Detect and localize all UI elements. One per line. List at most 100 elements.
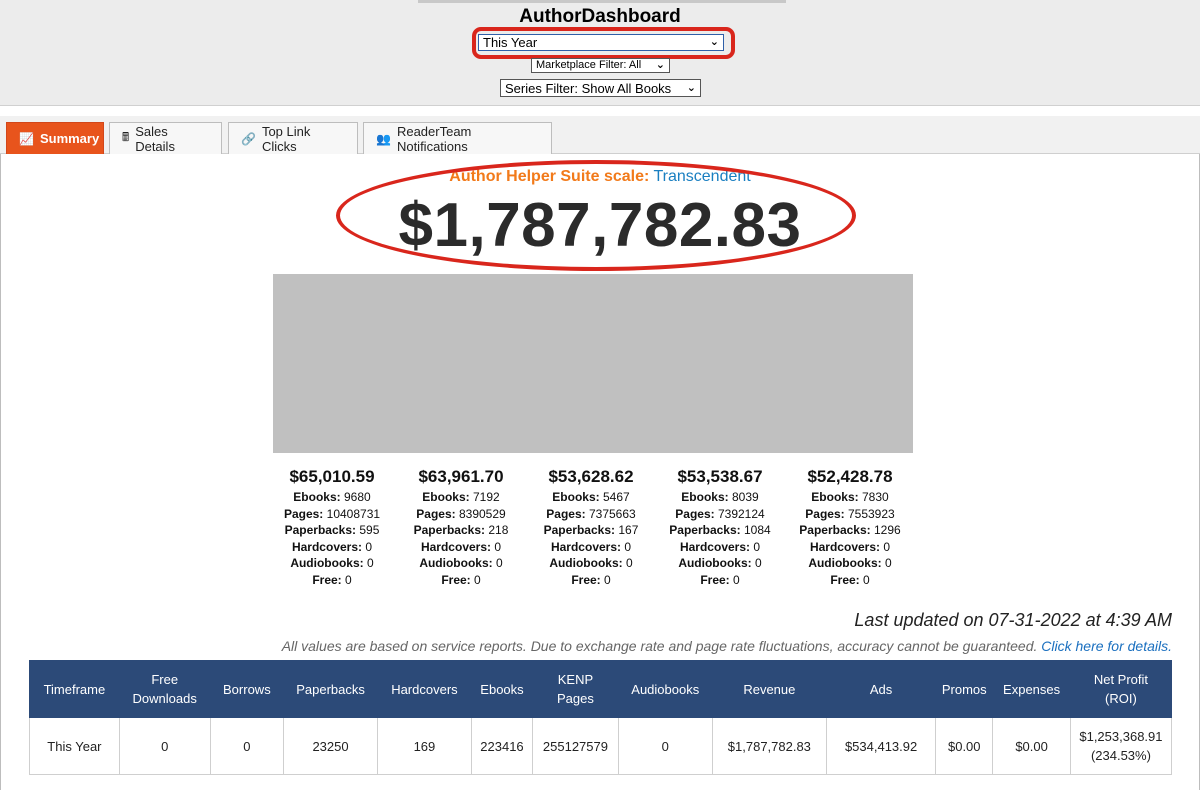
card-audiobooks: Audiobooks: 0 xyxy=(419,556,503,571)
book-card: $65,010.59 Ebooks: 9680 Pages: 10408731 … xyxy=(268,466,396,589)
th-timeframe: Timeframe xyxy=(29,660,120,718)
card-audiobooks: Audiobooks: 0 xyxy=(549,556,633,571)
card-pages: Pages: 7553923 xyxy=(805,506,895,521)
tab-label: Sales Details xyxy=(135,123,175,154)
cell-revenue: $1,787,782.83 xyxy=(711,717,828,775)
tab-summary[interactable]: 📈 Summary xyxy=(6,122,104,154)
card-amount: $53,538.67 xyxy=(677,467,763,486)
last-updated: Last updated on 07-31-2022 at 4:39 AM xyxy=(854,610,1172,630)
th-promos: Promos xyxy=(935,660,994,718)
link-icon: 🔗 xyxy=(241,131,256,146)
cell-audiobooks: 0 xyxy=(617,717,713,775)
th-expenses: Expenses xyxy=(992,660,1071,718)
series-filter-value: Series Filter: Show All Books xyxy=(505,80,672,96)
th-hardcovers: Hardcovers xyxy=(376,660,472,718)
tab-top-link-clicks[interactable]: 🔗 Top Link Clicks xyxy=(228,122,358,154)
chevron-down-icon: ⌄ xyxy=(686,81,696,94)
card-amount: $65,010.59 xyxy=(289,467,375,486)
th-net-profit: Net Profit (ROI) xyxy=(1069,660,1173,718)
th-free-downloads: Free Downloads xyxy=(118,660,211,718)
card-paperbacks: Paperbacks: 218 xyxy=(413,523,509,538)
series-filter-select[interactable]: Series Filter: Show All Books ⌄ xyxy=(500,79,701,97)
tab-label: Summary xyxy=(39,131,100,146)
card-free: Free: 0 xyxy=(700,572,740,587)
card-hardcovers: Hardcovers: 0 xyxy=(291,539,373,554)
tab-bar: 📈 Summary 🖩 Sales Details 🔗 Top Link Cli… xyxy=(0,116,1200,154)
cell-borrows: 0 xyxy=(209,717,285,775)
card-free: Free: 0 xyxy=(830,572,870,587)
cell-paperbacks: 23250 xyxy=(283,717,378,775)
card-ebooks: Ebooks: 7830 xyxy=(811,490,889,504)
details-link[interactable]: Click here for details. xyxy=(1041,638,1172,654)
tab-label: ReaderTeam Notifications xyxy=(396,123,472,154)
cell-expenses: $0.00 xyxy=(992,717,1071,775)
disclaimer-text: All values are based on service reports.… xyxy=(281,638,1038,654)
book-card: $63,961.70 Ebooks: 7192 Pages: 8390529 P… xyxy=(397,466,525,589)
table-row: This Year 0 0 23250 169 223416 255127579… xyxy=(29,717,1173,775)
cell-ebooks: 223416 xyxy=(470,717,534,775)
cell-free-downloads: 0 xyxy=(118,717,211,775)
timeframe-select[interactable]: This Year ⌄ xyxy=(478,34,724,51)
card-ebooks: Ebooks: 9680 xyxy=(293,490,371,504)
th-paperbacks: Paperbacks xyxy=(283,660,378,718)
chevron-down-icon: ⌄ xyxy=(655,59,665,71)
card-pages: Pages: 7375663 xyxy=(546,506,636,521)
book-card: $53,628.62 Ebooks: 5467 Pages: 7375663 P… xyxy=(527,466,655,589)
th-audiobooks: Audiobooks xyxy=(617,660,713,718)
th-revenue: Revenue xyxy=(711,660,828,718)
page-title: AuthorDashboard xyxy=(519,6,681,27)
card-hardcovers: Hardcovers: 0 xyxy=(420,539,502,554)
card-pages: Pages: 8390529 xyxy=(416,506,506,521)
card-amount: $53,628.62 xyxy=(548,467,634,486)
card-paperbacks: Paperbacks: 595 xyxy=(284,523,380,538)
card-free: Free: 0 xyxy=(312,572,352,587)
chevron-down-icon: ⌄ xyxy=(709,36,719,48)
th-borrows: Borrows xyxy=(209,660,285,718)
marketplace-filter-select[interactable]: Marketplace Filter: All ⌄ xyxy=(531,58,670,73)
th-kenp-pages: KENP Pages xyxy=(532,660,619,718)
card-free: Free: 0 xyxy=(571,572,611,587)
tab-label: Top Link Clicks xyxy=(261,123,311,154)
card-free: Free: 0 xyxy=(441,572,481,587)
card-pages: Pages: 10408731 xyxy=(283,506,381,521)
card-hardcovers: Hardcovers: 0 xyxy=(809,539,891,554)
card-ebooks: Ebooks: 7192 xyxy=(422,490,500,504)
book-card: $52,428.78 Ebooks: 7830 Pages: 7553923 P… xyxy=(786,466,914,589)
cell-net-profit: $1,253,368.91 (234.53%) xyxy=(1069,717,1173,775)
cell-timeframe: This Year xyxy=(29,717,120,775)
card-hardcovers: Hardcovers: 0 xyxy=(679,539,761,554)
cell-promos: $0.00 xyxy=(935,717,994,775)
card-paperbacks: Paperbacks: 167 xyxy=(543,523,639,538)
card-amount: $63,961.70 xyxy=(418,467,504,486)
card-pages: Pages: 7392124 xyxy=(675,506,765,521)
th-ebooks: Ebooks xyxy=(470,660,534,718)
timeframe-select-value: This Year xyxy=(483,35,538,50)
card-ebooks: Ebooks: 8039 xyxy=(681,490,759,504)
card-amount: $52,428.78 xyxy=(807,467,893,486)
dashboard-header: AuthorDashboard This Year ⌄ Marketplace … xyxy=(0,0,1200,106)
top-strip xyxy=(418,0,786,3)
cell-ads: $534,413.92 xyxy=(825,717,937,775)
marketplace-filter-value: Marketplace Filter: All xyxy=(536,59,642,71)
people-icon: 👥 xyxy=(376,131,391,146)
total-highlight-annotation xyxy=(336,160,856,271)
cell-kenp-pages: 255127579 xyxy=(532,717,619,775)
graph-placeholder xyxy=(273,274,913,453)
card-paperbacks: Paperbacks: 1296 xyxy=(799,523,901,538)
card-audiobooks: Audiobooks: 0 xyxy=(290,556,374,571)
card-ebooks: Ebooks: 5467 xyxy=(552,490,630,504)
card-hardcovers: Hardcovers: 0 xyxy=(550,539,632,554)
chart-line-icon: 📈 xyxy=(19,131,34,146)
card-paperbacks: Paperbacks: 1084 xyxy=(669,523,771,538)
card-audiobooks: Audiobooks: 0 xyxy=(808,556,892,571)
table-header-row: Timeframe Free Downloads Borrows Paperbac… xyxy=(29,660,1173,718)
tab-readerteam-notifications[interactable]: 👥 ReaderTeam Notifications xyxy=(363,122,552,154)
stats-table: Timeframe Free Downloads Borrows Paperbac… xyxy=(29,660,1173,775)
card-audiobooks: Audiobooks: 0 xyxy=(678,556,762,571)
tab-sales-details[interactable]: 🖩 Sales Details xyxy=(109,122,222,154)
disclaimer: All values are based on service reports.… xyxy=(282,638,1172,654)
cell-hardcovers: 169 xyxy=(376,717,472,775)
th-ads: Ads xyxy=(825,660,937,718)
cash-register-icon: 🖩 xyxy=(122,130,130,144)
book-card: $53,538.67 Ebooks: 8039 Pages: 7392124 P… xyxy=(656,466,784,589)
